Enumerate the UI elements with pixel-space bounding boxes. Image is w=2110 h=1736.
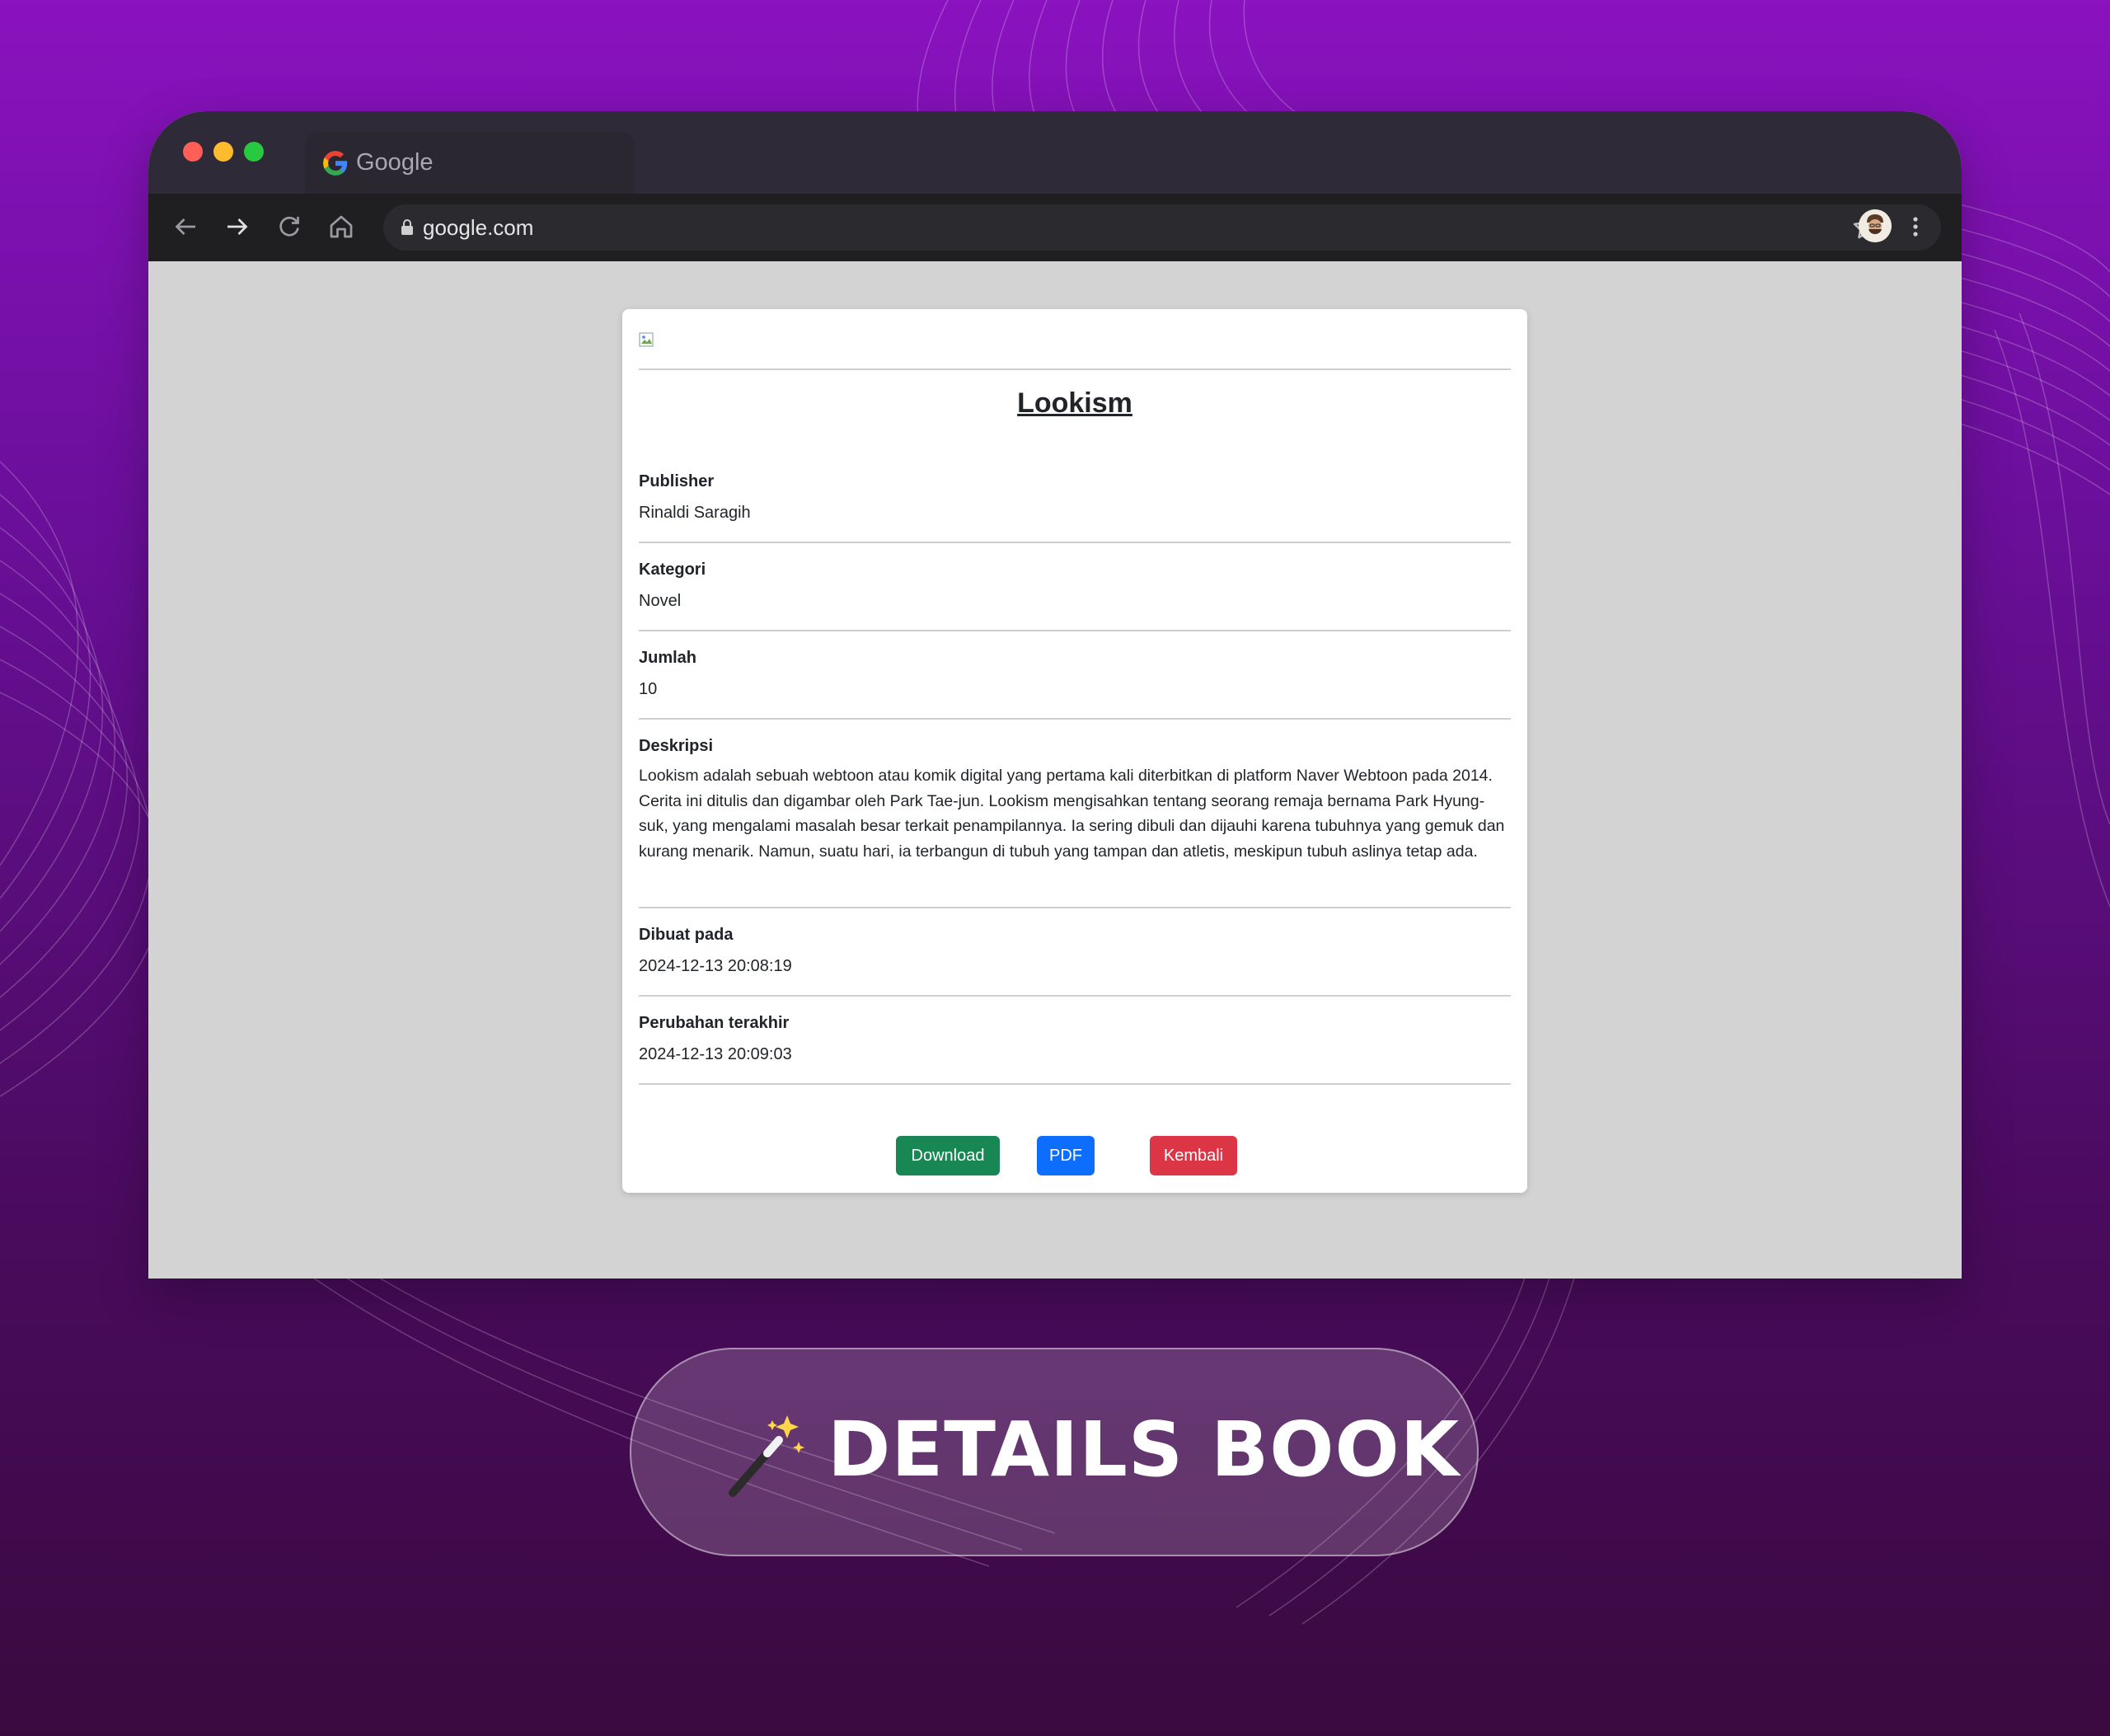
publisher-value: Rinaldi Saragih	[639, 504, 751, 522]
perubahan-terakhir-value: 2024-12-13 20:09:03	[639, 1045, 792, 1063]
dibuat-pada-label: Dibuat pada	[639, 926, 734, 944]
broken-image-icon	[639, 332, 654, 347]
profile-avatar[interactable]	[1859, 209, 1892, 242]
address-bar[interactable]: google.com	[383, 204, 1941, 251]
banner-title: DETAILS BOOK	[828, 1405, 1461, 1494]
more-menu-icon[interactable]	[1911, 212, 1920, 242]
kategori-label: Kategori	[639, 561, 706, 579]
google-logo-icon	[323, 150, 348, 176]
pdf-button[interactable]: PDF	[1037, 1136, 1095, 1175]
banner-pill: DETAILS BOOK	[630, 1348, 1479, 1556]
deskripsi-value: Lookism adalah sebuah webtoon atau komik…	[639, 767, 1505, 861]
divider	[639, 630, 1511, 631]
kembali-button[interactable]: Kembali	[1150, 1136, 1237, 1175]
publisher-label: Publisher	[639, 472, 715, 490]
dibuat-pada-value: 2024-12-13 20:08:19	[639, 957, 792, 975]
jumlah-value: 10	[639, 680, 658, 698]
minimize-window-button[interactable]	[213, 142, 233, 162]
jumlah-label: Jumlah	[639, 649, 697, 667]
tab-title: Google	[356, 149, 434, 176]
browser-window: Google google.com Lookism Publisher Rina…	[148, 111, 1962, 1279]
home-icon[interactable]	[326, 212, 356, 242]
perubahan-terakhir-label: Perubahan terakhir	[639, 1014, 790, 1032]
deskripsi-label: Deskripsi	[639, 737, 714, 755]
maximize-window-button[interactable]	[244, 142, 264, 162]
divider	[639, 907, 1511, 908]
kategori-value: Novel	[639, 592, 682, 610]
lock-icon	[401, 219, 413, 235]
browser-titlebar: Google	[148, 111, 1962, 194]
divider	[639, 718, 1511, 720]
magic-wand-icon	[729, 1415, 804, 1497]
close-window-button[interactable]	[183, 142, 203, 162]
book-title: Lookism	[1017, 387, 1132, 419]
reload-icon[interactable]	[274, 212, 304, 242]
back-arrow-icon[interactable]	[171, 212, 200, 242]
browser-toolbar: google.com	[148, 194, 1962, 261]
download-button[interactable]: Download	[896, 1136, 1000, 1175]
url-text: google.com	[423, 214, 534, 240]
avatar-face-icon	[1859, 209, 1892, 242]
forward-arrow-icon[interactable]	[223, 212, 252, 242]
divider	[639, 542, 1511, 543]
divider	[639, 995, 1511, 997]
divider	[639, 1083, 1511, 1085]
book-detail-card: Lookism Publisher Rinaldi Saragih Katego…	[622, 309, 1527, 1193]
divider	[639, 368, 1511, 370]
page-content: Lookism Publisher Rinaldi Saragih Katego…	[148, 261, 1962, 1279]
browser-tab[interactable]: Google	[305, 132, 635, 194]
